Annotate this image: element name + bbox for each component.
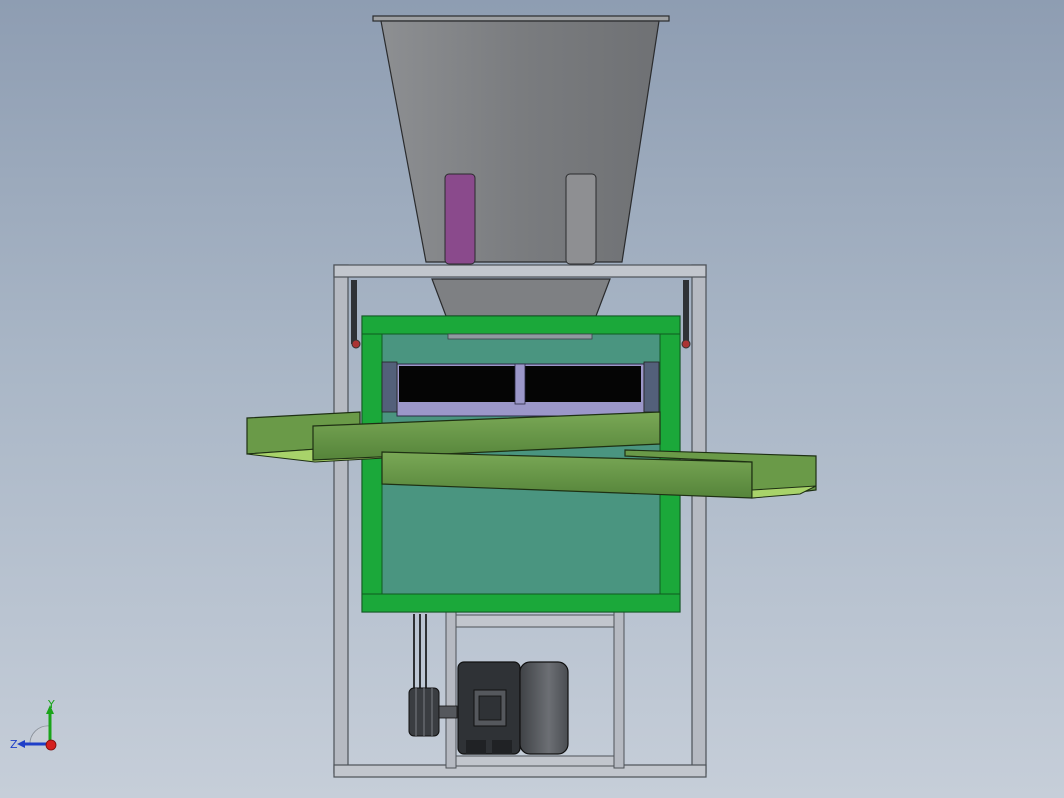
screen-divider — [514, 363, 526, 405]
screen-right-opening — [525, 366, 641, 402]
hopper-lower-cone[interactable] — [431, 278, 611, 317]
motor-housing[interactable] — [519, 661, 569, 755]
motor-frame-right-post[interactable] — [613, 611, 625, 769]
cad-graphics-viewport[interactable]: Y Z — [0, 0, 1064, 798]
motor-foot-right — [492, 740, 512, 754]
frame-bottom-beam[interactable] — [333, 764, 707, 778]
right-screen-bracket — [643, 361, 660, 413]
motor-frame-left-post[interactable] — [445, 611, 457, 769]
z-axis-label: Z — [10, 738, 18, 751]
left-suspension-rod[interactable] — [351, 280, 357, 344]
frame-right-post[interactable] — [691, 264, 707, 774]
sieve-left-frame[interactable] — [361, 333, 383, 595]
sieve-bottom-frame[interactable] — [361, 593, 681, 613]
sieve-top-frame[interactable] — [361, 315, 681, 335]
motor-foot-left — [466, 740, 486, 754]
right-rod-joint — [681, 339, 691, 349]
frame-left-post[interactable] — [333, 264, 349, 774]
machine-model-view[interactable] — [0, 0, 1064, 798]
frame-top-beam[interactable] — [333, 264, 707, 278]
y-axis-label: Y — [47, 698, 55, 711]
left-rod-joint — [351, 339, 361, 349]
hopper-outlet-slot — [447, 333, 593, 340]
screen-left-opening — [399, 366, 515, 402]
right-suspension-rod[interactable] — [683, 280, 689, 344]
motor-frame-top-beam[interactable] — [455, 614, 615, 628]
hopper-rim[interactable] — [372, 15, 670, 22]
hopper-upper-cone[interactable] — [380, 20, 660, 263]
motor-shaft — [438, 705, 458, 719]
electric-motor[interactable] — [457, 661, 569, 755]
x-axis-point — [45, 739, 57, 751]
grey-feed-pipe[interactable] — [565, 173, 597, 265]
left-screen-bracket — [381, 361, 398, 413]
reference-triad: Y Z — [10, 698, 57, 751]
motor-frame-base[interactable] — [455, 755, 615, 767]
purple-feed-pipe[interactable] — [444, 173, 476, 265]
